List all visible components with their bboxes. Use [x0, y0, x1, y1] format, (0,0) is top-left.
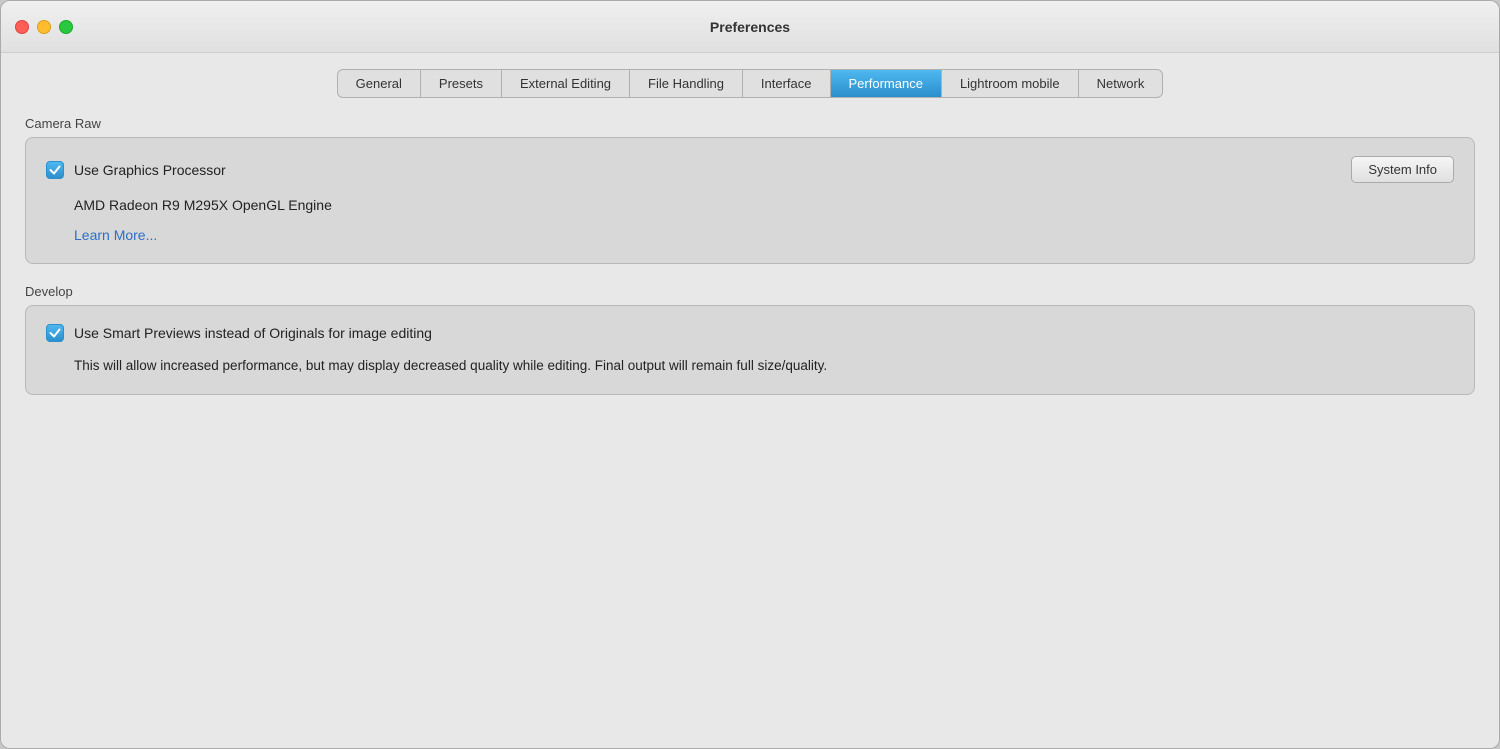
- close-button[interactable]: [15, 20, 29, 34]
- tab-file-handling[interactable]: File Handling: [630, 70, 743, 97]
- system-info-button[interactable]: System Info: [1351, 156, 1454, 183]
- graphics-processor-left: Use Graphics Processor: [46, 161, 226, 179]
- preferences-window: Preferences General Presets External Edi…: [0, 0, 1500, 749]
- tab-interface[interactable]: Interface: [743, 70, 831, 97]
- camera-raw-label: Camera Raw: [25, 116, 1475, 131]
- develop-section: Develop Use Smart Previews instead of Or…: [25, 284, 1475, 395]
- tabs-container: General Presets External Editing File Ha…: [337, 69, 1164, 98]
- develop-box: Use Smart Previews instead of Originals …: [25, 305, 1475, 395]
- use-smart-previews-checkbox[interactable]: [46, 324, 64, 342]
- smart-previews-row: Use Smart Previews instead of Originals …: [46, 324, 1454, 342]
- checkmark-icon-2: [49, 327, 61, 339]
- camera-raw-box: Use Graphics Processor System Info AMD R…: [25, 137, 1475, 264]
- tab-external-editing[interactable]: External Editing: [502, 70, 630, 97]
- use-graphics-processor-label: Use Graphics Processor: [74, 162, 226, 178]
- maximize-button[interactable]: [59, 20, 73, 34]
- develop-label: Develop: [25, 284, 1475, 299]
- minimize-button[interactable]: [37, 20, 51, 34]
- checkmark-icon: [49, 164, 61, 176]
- window-title: Preferences: [710, 19, 790, 35]
- camera-raw-section: Camera Raw Use Graphics Processor System…: [25, 116, 1475, 264]
- graphics-processor-row: Use Graphics Processor System Info: [46, 156, 1454, 183]
- tab-general[interactable]: General: [338, 70, 421, 97]
- traffic-lights: [15, 20, 73, 34]
- use-graphics-processor-checkbox[interactable]: [46, 161, 64, 179]
- tab-presets[interactable]: Presets: [421, 70, 502, 97]
- titlebar: Preferences: [1, 1, 1499, 53]
- content-area: General Presets External Editing File Ha…: [1, 53, 1499, 748]
- gpu-name: AMD Radeon R9 M295X OpenGL Engine: [46, 197, 1454, 213]
- smart-previews-description: This will allow increased performance, b…: [46, 356, 1454, 376]
- main-content: Camera Raw Use Graphics Processor System…: [25, 116, 1475, 724]
- tabs-bar: General Presets External Editing File Ha…: [25, 69, 1475, 98]
- use-smart-previews-label: Use Smart Previews instead of Originals …: [74, 325, 432, 341]
- learn-more-link[interactable]: Learn More...: [46, 227, 157, 243]
- tab-network[interactable]: Network: [1079, 70, 1163, 97]
- tab-performance[interactable]: Performance: [831, 70, 942, 97]
- tab-lightroom-mobile[interactable]: Lightroom mobile: [942, 70, 1079, 97]
